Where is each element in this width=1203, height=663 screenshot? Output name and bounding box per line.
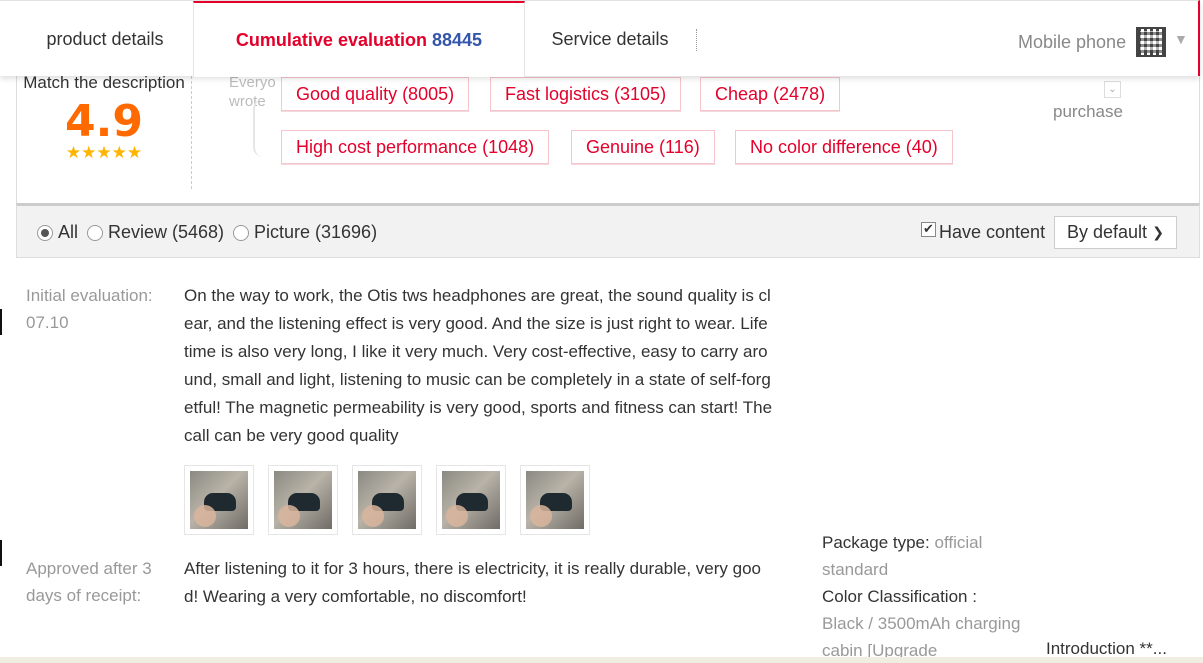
sort-select[interactable]: By default ❯ [1054,216,1177,249]
tag-high-cost-performance[interactable]: High cost performance (1048) [281,130,550,164]
photo-image [358,471,416,529]
review-filter-bar: All Review (5468) Picture (31696) ✔ Have… [16,203,1200,258]
radio-all[interactable] [37,224,53,241]
tab-cumulative-label: Cumulative evaluation [235,30,427,50]
rating-summary: Match the description 4.9 ★★★★★ Everyo w… [16,60,1200,205]
tag-good-quality[interactable]: Good quality (8005) [281,77,470,111]
tag-fast-logistics[interactable]: Fast logistics (3105) [490,77,682,111]
brace-decoration [253,99,265,157]
tag-no-color-difference[interactable]: No color difference (40) [735,130,953,164]
mobile-phone-label: Mobile phone [1018,31,1127,52]
match-description-block: Match the description 4.9 ★★★★★ [17,69,191,162]
review-photo[interactable] [184,465,254,535]
tab-cumulative-count: 88445 [432,30,483,50]
tab-bar: product details Cumulative evaluation 88… [0,0,1200,77]
tab-cumulative-evaluation[interactable]: Cumulative evaluation 88445 [193,1,525,77]
tag-genuine[interactable]: Genuine (116) [571,130,715,164]
purchase-label: purchase [1053,102,1123,121]
review-photo[interactable] [436,465,506,535]
introduction-link[interactable]: Introduction **... [1046,639,1167,659]
expand-chevron-icon[interactable]: ⌄ [1104,81,1121,98]
filter-all-label: All [58,222,79,242]
photo-image [274,471,332,529]
left-edge-marker [0,540,2,566]
everyone-wrote-label: Everyo wrote [229,73,276,111]
review-2-text: After listening to it for 3 hours, there… [184,559,761,606]
color-classification-label: Color Classification : [822,587,977,606]
tab-separator [696,29,697,51]
color-classification-value: Black / 3500mAh charging cabin [Upgrade [822,614,1021,660]
bottom-band [0,657,1203,663]
review-2-label: Approved after 3 days of receipt: [26,559,152,605]
photo-image [442,471,500,529]
tab-product-details[interactable]: product details [18,1,192,77]
tab-service-details[interactable]: Service details [535,1,685,77]
review-1-date: 07.10 [26,313,69,332]
left-edge-marker [0,309,2,335]
review-1-label: Initial evaluation: [26,286,153,305]
have-content-label: Have content [939,222,1046,242]
rating-stars: ★★★★★ [65,143,143,162]
filter-review[interactable]: Review (5468) [87,222,224,243]
rating-score: 4.9 [65,96,143,147]
photo-image [190,471,248,529]
review-photo[interactable] [520,465,590,535]
package-type-label: Package type: [822,533,930,552]
qr-code-icon [1136,27,1167,57]
review-photo[interactable] [268,465,338,535]
have-content-filter[interactable]: ✔ Have content [921,222,1045,243]
tag-cheap[interactable]: Cheap (2478) [700,77,841,111]
filter-all[interactable]: All [37,222,78,243]
chevron-down-icon: ❯ [1152,224,1164,240]
have-content-checkbox[interactable]: ✔ [921,222,936,237]
filter-picture-label: Picture (31696) [254,222,378,242]
summary-divider [191,61,192,189]
radio-picture[interactable] [233,224,249,241]
sku-info: Package type: official standard Color Cl… [822,529,1027,663]
photo-image [526,471,584,529]
radio-review[interactable] [87,224,103,241]
review-1-text: On the way to work, the Otis tws headpho… [184,286,773,445]
mobile-phone-link[interactable]: Mobile phone [1018,27,1167,57]
sort-select-value: By default [1067,222,1148,242]
filter-picture[interactable]: Picture (31696) [233,222,377,243]
chevron-down-icon[interactable]: ▼ [1174,31,1188,47]
review-photo[interactable] [352,465,422,535]
review-1-meta: Initial evaluation: 07.10 [26,282,153,336]
filter-review-label: Review (5468) [108,222,225,242]
review-1-photos [184,465,590,535]
